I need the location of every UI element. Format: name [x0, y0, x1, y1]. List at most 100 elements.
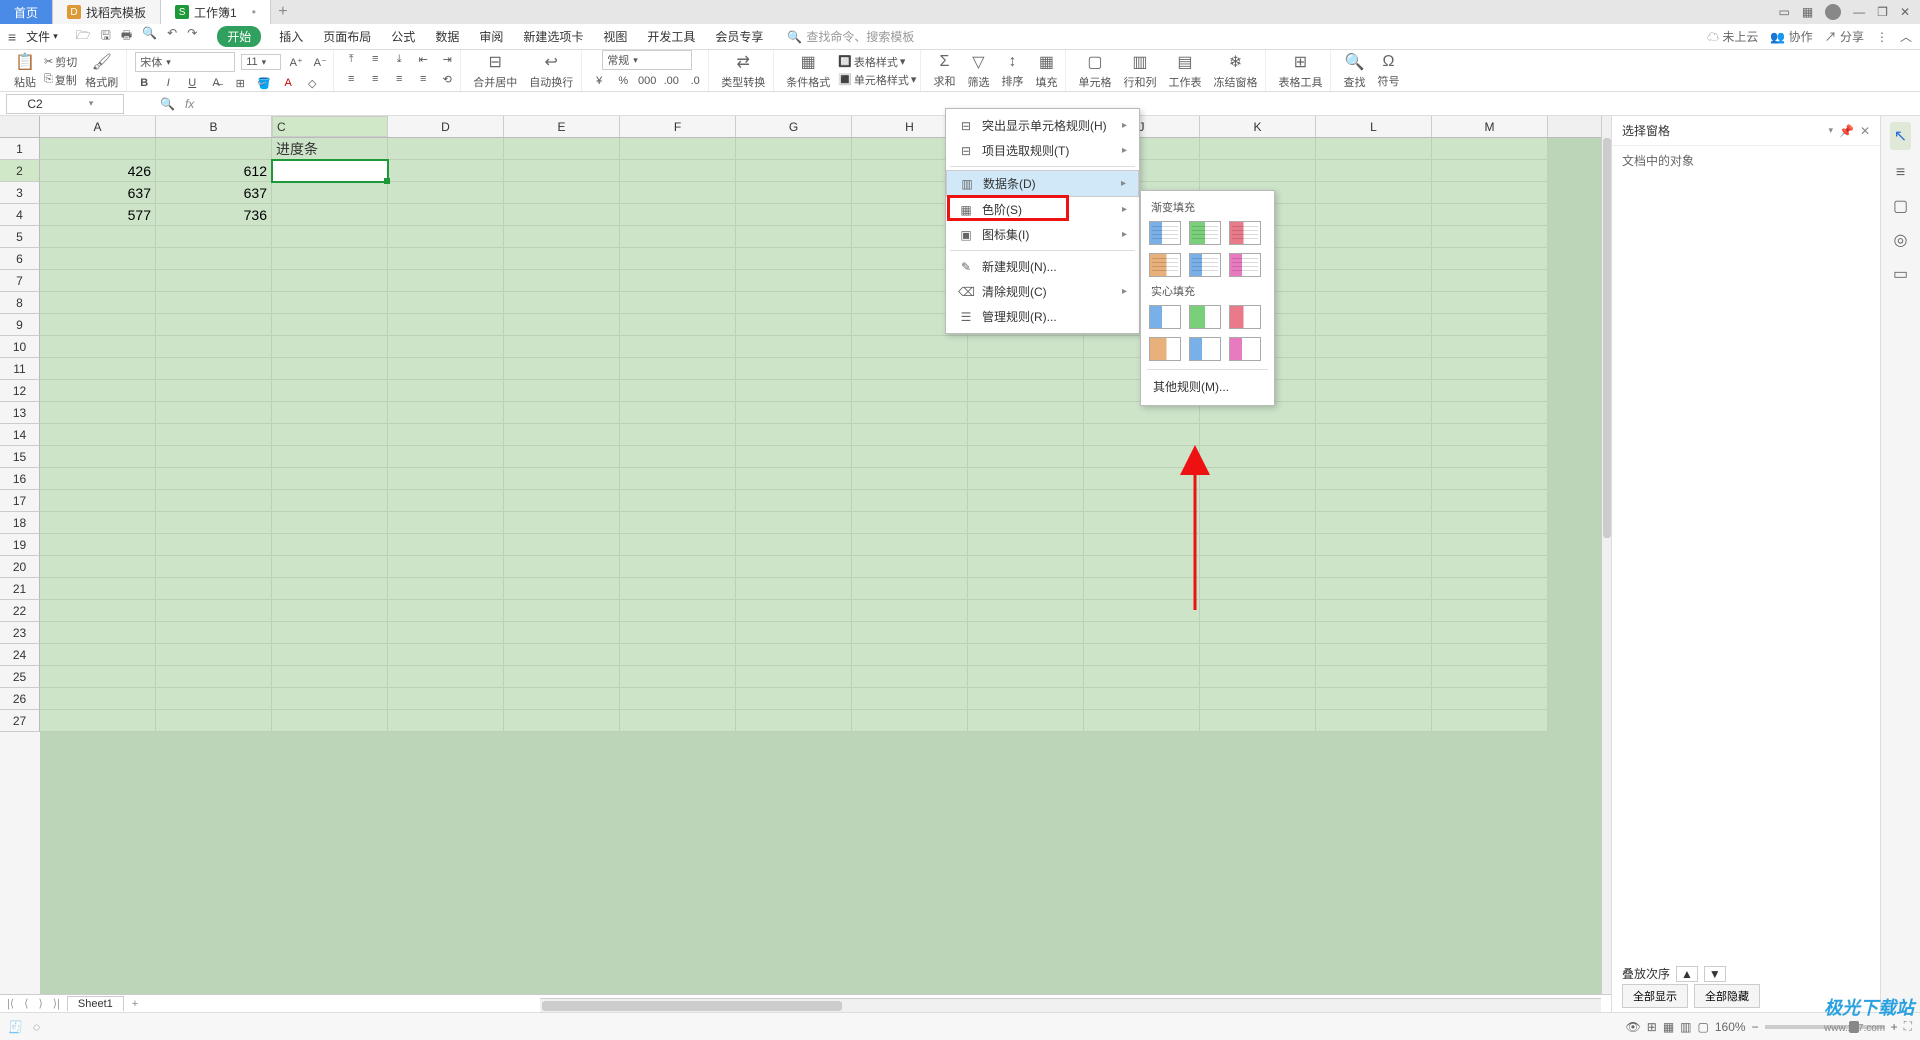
eye-icon[interactable]: 👁	[1626, 1020, 1641, 1034]
cell[interactable]	[1432, 556, 1548, 578]
tab-layout[interactable]: 页面布局	[321, 26, 373, 47]
cell[interactable]	[1316, 644, 1432, 666]
cell[interactable]	[1084, 424, 1200, 446]
status-more-icon[interactable]: ◌	[33, 1020, 40, 1034]
cell[interactable]	[1432, 336, 1548, 358]
cell[interactable]	[968, 688, 1084, 710]
cell[interactable]	[1084, 534, 1200, 556]
cell[interactable]	[388, 556, 504, 578]
presentation-tool-icon[interactable]: ▭	[1893, 264, 1908, 284]
cell[interactable]	[40, 336, 156, 358]
cell[interactable]	[968, 556, 1084, 578]
italic-icon[interactable]: I	[159, 74, 177, 92]
location-tool-icon[interactable]: ◎	[1894, 230, 1908, 250]
cell[interactable]	[504, 512, 620, 534]
new-tab-button[interactable]: +	[271, 3, 295, 21]
cell[interactable]	[1432, 424, 1548, 446]
cell[interactable]	[736, 314, 852, 336]
cell[interactable]	[156, 600, 272, 622]
cond-format-button[interactable]: ▦条件格式	[782, 52, 834, 90]
cell[interactable]	[156, 556, 272, 578]
cell[interactable]	[1432, 446, 1548, 468]
row-14[interactable]: 14	[0, 424, 40, 446]
sheet-tab-1[interactable]: Sheet1	[67, 996, 124, 1011]
align-justify-icon[interactable]: ≡	[414, 70, 432, 88]
minimize-button[interactable]: —	[1853, 5, 1865, 19]
cell[interactable]: 637	[40, 182, 156, 204]
col-L[interactable]: L	[1316, 116, 1432, 137]
cell[interactable]	[620, 600, 736, 622]
cell[interactable]	[388, 314, 504, 336]
databar-gradient-orange[interactable]	[1149, 253, 1181, 277]
cell[interactable]	[1432, 534, 1548, 556]
cell[interactable]	[1432, 490, 1548, 512]
tab-view[interactable]: 视图	[601, 26, 629, 47]
cell[interactable]	[388, 688, 504, 710]
more-rules-item[interactable]: 其他规则(M)...	[1147, 374, 1268, 399]
cell[interactable]	[156, 380, 272, 402]
col-B[interactable]: B	[156, 116, 272, 137]
cell[interactable]	[620, 424, 736, 446]
cell[interactable]	[272, 446, 388, 468]
cell[interactable]	[156, 314, 272, 336]
row-26[interactable]: 26	[0, 688, 40, 710]
align-right-icon[interactable]: ≡	[390, 70, 408, 88]
strike-icon[interactable]: A̶	[207, 74, 225, 92]
cell[interactable]	[852, 556, 968, 578]
cell[interactable]: 426	[40, 160, 156, 182]
row-8[interactable]: 8	[0, 292, 40, 314]
cell[interactable]	[156, 336, 272, 358]
filter-button[interactable]: ▽筛选	[963, 52, 993, 90]
cell[interactable]	[852, 424, 968, 446]
cloud-status[interactable]: ☁ 未上云	[1707, 28, 1758, 45]
cell[interactable]	[504, 446, 620, 468]
cell[interactable]	[272, 644, 388, 666]
cell[interactable]	[272, 424, 388, 446]
cell[interactable]	[156, 534, 272, 556]
cell[interactable]	[1200, 622, 1316, 644]
cell[interactable]	[736, 512, 852, 534]
cell[interactable]	[272, 270, 388, 292]
cell[interactable]	[156, 512, 272, 534]
home-tab[interactable]: 首页	[0, 0, 53, 24]
cell[interactable]	[620, 380, 736, 402]
cell[interactable]	[1316, 270, 1432, 292]
sheet-nav-next[interactable]: ⟩	[35, 997, 45, 1010]
cell[interactable]	[272, 402, 388, 424]
cell[interactable]	[388, 490, 504, 512]
cell[interactable]	[1316, 710, 1432, 732]
cell[interactable]	[1432, 578, 1548, 600]
copy-button[interactable]: ⎘ 复制	[44, 72, 77, 88]
redo-icon[interactable]: ↷	[187, 26, 197, 47]
table-style-button[interactable]: 🔲 表格样式 ▾	[838, 54, 916, 70]
align-bottom-icon[interactable]: ⤓	[390, 50, 408, 68]
cell[interactable]	[504, 138, 620, 160]
cell[interactable]	[736, 600, 852, 622]
bold-icon[interactable]: B	[135, 74, 153, 92]
table-tools-button[interactable]: ⊞表格工具	[1274, 52, 1326, 90]
cell[interactable]	[852, 358, 968, 380]
cell[interactable]	[1316, 534, 1432, 556]
cell[interactable]	[388, 468, 504, 490]
cell[interactable]	[504, 600, 620, 622]
cell[interactable]	[968, 468, 1084, 490]
dd-highlight-rules[interactable]: ⊟ 突出显示单元格规则(H) ▸	[946, 113, 1139, 138]
cell[interactable]	[156, 622, 272, 644]
cell[interactable]	[736, 446, 852, 468]
cell[interactable]: 736	[156, 204, 272, 226]
col-C[interactable]: C	[272, 116, 388, 137]
row-2[interactable]: 2	[0, 160, 40, 182]
cell[interactable]	[1432, 248, 1548, 270]
cell[interactable]	[736, 380, 852, 402]
cell[interactable]	[1316, 226, 1432, 248]
workbook-tab[interactable]: S 工作簿1	[161, 0, 271, 24]
row-10[interactable]: 10	[0, 336, 40, 358]
col-D[interactable]: D	[388, 116, 504, 137]
cell[interactable]	[388, 622, 504, 644]
cell[interactable]	[388, 710, 504, 732]
cell[interactable]	[1316, 490, 1432, 512]
cell[interactable]	[1432, 622, 1548, 644]
cell[interactable]	[1432, 468, 1548, 490]
row-16[interactable]: 16	[0, 468, 40, 490]
cell[interactable]	[968, 336, 1084, 358]
